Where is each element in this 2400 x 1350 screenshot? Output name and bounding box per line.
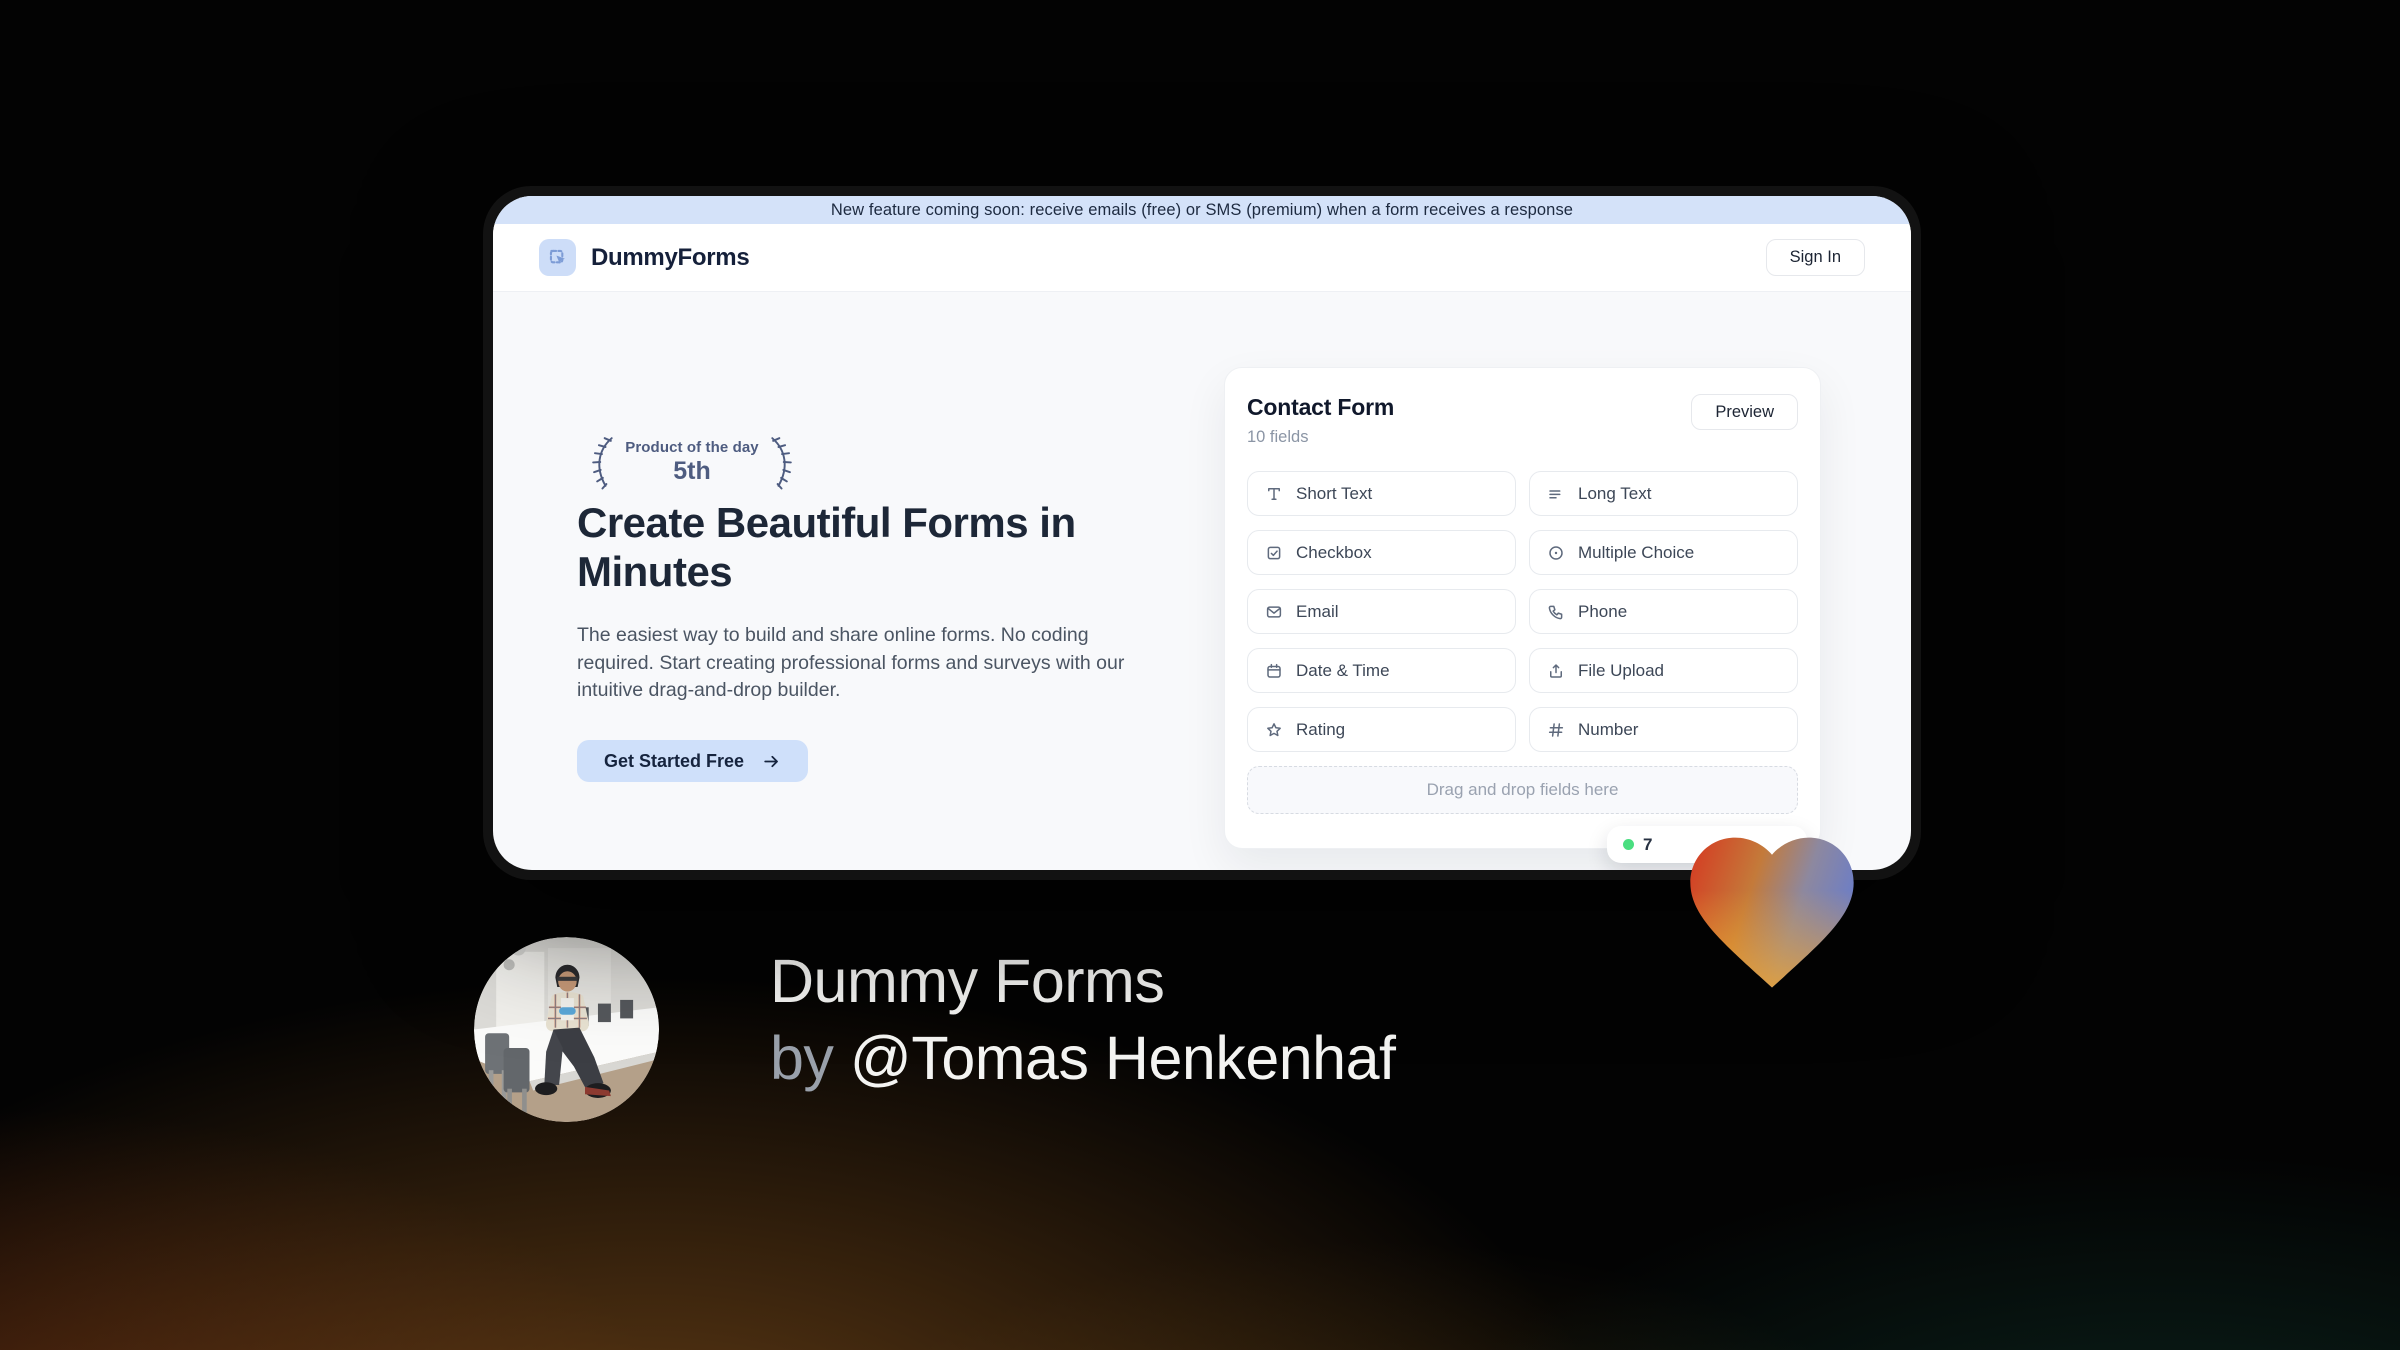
field-label: Short Text: [1296, 483, 1373, 503]
green-status-dot-icon: [1623, 839, 1634, 850]
checkbox-icon: [1267, 546, 1281, 559]
hero-section: Product of the day 5th Create Beautiful …: [493, 292, 1911, 870]
brand-logo[interactable]: DummyForms: [539, 239, 750, 276]
hash-icon: [1548, 722, 1564, 737]
avatar-photo-illustration: [474, 937, 659, 1122]
field-label: Email: [1296, 601, 1339, 621]
short-text-icon: [1268, 487, 1280, 500]
announcement-banner: New feature coming soon: receive emails …: [493, 196, 1911, 224]
dropzone[interactable]: Drag and drop fields here: [1247, 766, 1798, 814]
site-header: DummyForms Sign In: [493, 224, 1911, 292]
long-text-icon: [1549, 489, 1561, 498]
byline-prefix: by: [770, 1024, 834, 1092]
author-caption: Dummy Forms by @Tomas Henkenhaf: [770, 943, 1396, 1097]
product-of-the-day-badge: Product of the day 5th: [577, 431, 807, 493]
field-multiple-choice[interactable]: Multiple Choice: [1529, 530, 1798, 575]
calendar-icon: [1267, 663, 1281, 678]
page-background: New feature coming soon: receive emails …: [0, 0, 2400, 1350]
phone-icon: [1548, 605, 1563, 619]
author-handle: @Tomas Henkenhaf: [849, 1024, 1396, 1092]
gradient-heart-icon: [1690, 837, 1854, 988]
dummyforms-logo-icon: [539, 239, 576, 276]
field-phone[interactable]: Phone: [1529, 589, 1798, 634]
response-count-text: 7: [1643, 834, 1653, 854]
field-number[interactable]: Number: [1529, 707, 1798, 752]
field-label: Date & Time: [1296, 660, 1390, 680]
field-rating[interactable]: Rating: [1247, 707, 1516, 752]
arrow-right-icon: [764, 755, 778, 767]
byline: by @Tomas Henkenhaf: [770, 1020, 1396, 1097]
field-long-text[interactable]: Long Text: [1529, 471, 1798, 516]
form-card-header: Contact Form 10 fields Preview: [1247, 394, 1798, 447]
field-date-time[interactable]: Date & Time: [1247, 648, 1516, 693]
field-checkbox[interactable]: Checkbox: [1247, 530, 1516, 575]
field-label: File Upload: [1578, 660, 1664, 680]
hero-description: The easiest way to build and share onlin…: [577, 624, 1125, 701]
field-email[interactable]: Email: [1247, 589, 1516, 634]
field-label: Rating: [1296, 719, 1346, 739]
field-short-text[interactable]: Short Text: [1247, 471, 1516, 516]
field-label: Phone: [1578, 601, 1628, 621]
preview-button[interactable]: Preview: [1691, 394, 1798, 430]
dropzone-text: Drag and drop fields here: [1426, 780, 1619, 799]
multiple-choice-icon: [1549, 545, 1563, 560]
form-card-titles: Contact Form 10 fields: [1247, 394, 1394, 447]
get-started-button[interactable]: Get Started Free: [577, 740, 809, 782]
laurel-right-icon: [771, 437, 792, 490]
get-started-label: Get Started Free: [604, 750, 745, 771]
landing-page: New feature coming soon: receive emails …: [493, 196, 1911, 870]
product-name-text: Dummy Forms: [770, 947, 1165, 1015]
form-title: Contact Form: [1247, 394, 1395, 420]
field-label: Number: [1578, 719, 1639, 739]
award-text: Product of the day 5th: [625, 439, 758, 486]
field-type-grid: Short Text Long Text Checkbox Multiple C…: [1247, 471, 1798, 752]
email-icon: [1266, 605, 1282, 618]
announcement-text: New feature coming soon: receive emails …: [830, 200, 1574, 219]
award-line2: 5th: [673, 456, 711, 485]
brand-name: DummyForms: [591, 243, 750, 271]
hero-title: Create Beautiful Forms in Minutes: [577, 499, 1076, 595]
field-label: Checkbox: [1296, 542, 1372, 562]
form-field-count: 10 fields: [1247, 428, 1309, 446]
author-avatar: [474, 937, 659, 1122]
sign-in-button[interactable]: Sign In: [1765, 239, 1865, 276]
upload-icon: [1550, 663, 1562, 678]
field-label: Long Text: [1578, 483, 1652, 503]
laurel-left-icon: [592, 437, 613, 490]
field-label: Multiple Choice: [1578, 542, 1695, 562]
field-file-upload[interactable]: File Upload: [1529, 648, 1798, 693]
star-icon: [1267, 722, 1281, 736]
award-line1: Product of the day: [625, 438, 759, 456]
browser-window: New feature coming soon: receive emails …: [483, 186, 1921, 880]
form-builder-card: Contact Form 10 fields Preview Short Tex…: [1224, 367, 1821, 849]
